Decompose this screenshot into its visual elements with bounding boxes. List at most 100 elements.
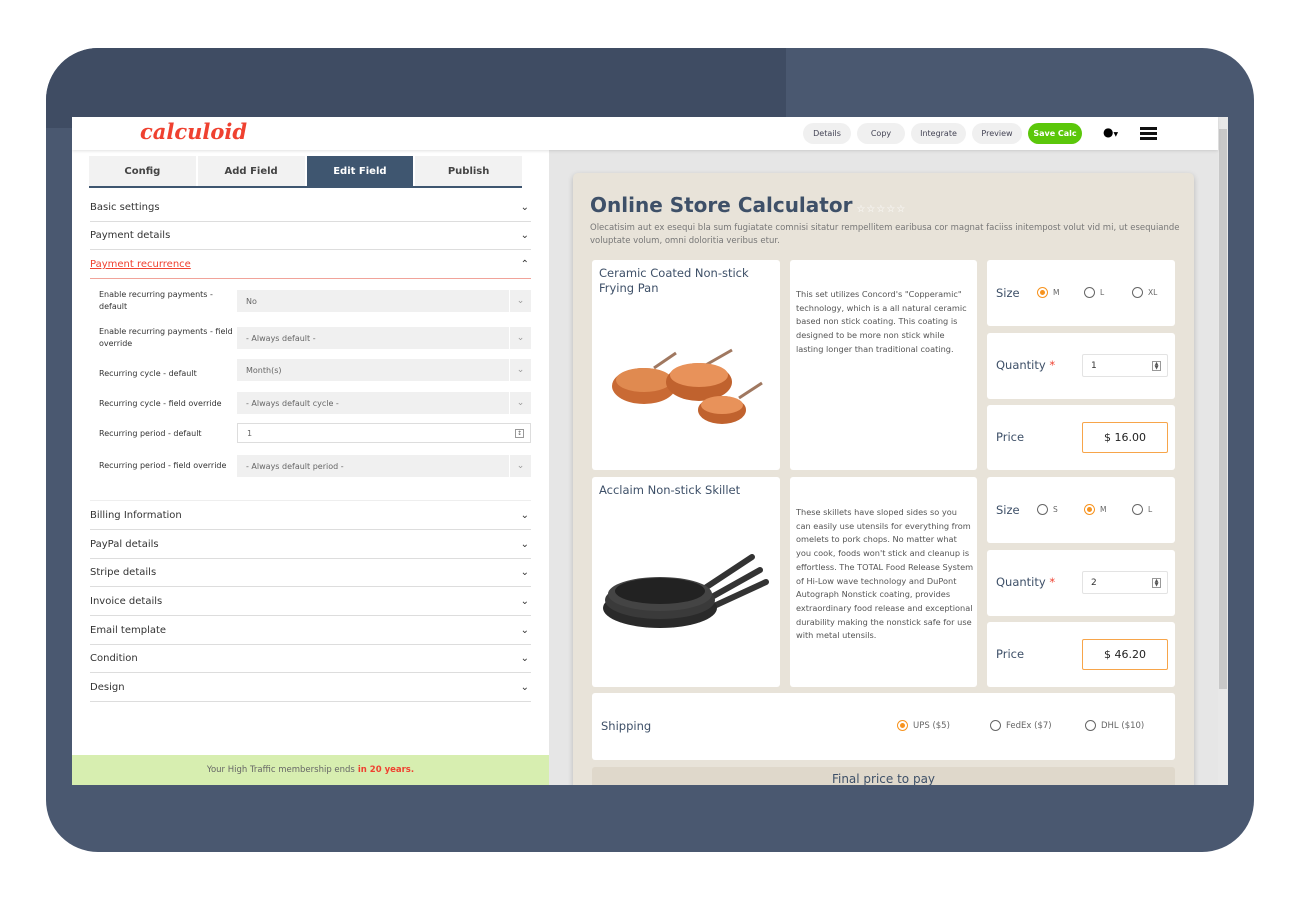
- price-box: Price $ 16.00: [987, 405, 1175, 470]
- size-radio-m[interactable]: M: [1037, 287, 1059, 298]
- size-radio-m[interactable]: M: [1084, 504, 1106, 515]
- quantity-box: Quantity * 2 ▲ ▼: [987, 550, 1175, 616]
- chevron-up-icon: ⌃: [520, 259, 529, 270]
- period-default-input[interactable]: 1 ↕: [237, 423, 531, 443]
- shipping-radio-ups[interactable]: UPS ($5): [897, 720, 950, 731]
- field-row: Recurring cycle - field override - Always…: [99, 392, 531, 414]
- size-radio-l[interactable]: L: [1132, 504, 1152, 515]
- chevron-down-icon: ⌄: [520, 596, 529, 607]
- chevron-down-icon: ⌄: [520, 682, 529, 693]
- section-stripe[interactable]: Stripe details ⌄: [90, 559, 531, 587]
- app-window: calculoid Details Copy Integrate Preview…: [72, 117, 1228, 785]
- tab-add-field[interactable]: Add Field: [197, 156, 305, 186]
- section-label: Basic settings: [90, 202, 160, 213]
- section-basic-settings[interactable]: Basic settings ⌄: [90, 194, 531, 222]
- price-box: Price $ 46.20: [987, 622, 1175, 687]
- section-label: Payment details: [90, 230, 171, 241]
- cycle-default-select[interactable]: Month(s) ⌄: [237, 359, 531, 381]
- chevron-down-icon: ⌄: [509, 290, 531, 312]
- field-label: Recurring period - field override: [99, 461, 227, 470]
- spinner-icon[interactable]: ↕: [514, 428, 524, 438]
- user-menu-icon[interactable]: ●▼: [1103, 125, 1118, 139]
- copy-button[interactable]: Copy: [857, 123, 905, 144]
- size-label: Size: [996, 286, 1020, 300]
- scrollbar[interactable]: [1218, 117, 1228, 785]
- section-label: Payment recurrence: [90, 259, 191, 270]
- section-payment-recurrence[interactable]: Payment recurrence ⌃: [90, 251, 531, 279]
- details-button[interactable]: Details: [803, 123, 851, 144]
- product-card: Acclaim Non-stick Skillet: [592, 477, 780, 687]
- field-row: Recurring period - default 1 ↕: [99, 423, 531, 443]
- quantity-stepper[interactable]: 1 ▲ ▼: [1082, 354, 1168, 377]
- recurring-default-select[interactable]: No ⌄: [237, 290, 531, 312]
- size-radio-xl[interactable]: XL: [1132, 287, 1157, 298]
- chevron-down-icon: ⌄: [509, 327, 531, 349]
- field-row: Enable recurring payments - default No ⌄: [99, 288, 531, 314]
- field-label: Recurring cycle - field override: [99, 399, 222, 408]
- shipping-radio-dhl[interactable]: DHL ($10): [1085, 720, 1144, 731]
- section-condition[interactable]: Condition ⌄: [90, 645, 531, 673]
- final-price-label: Final price to pay: [592, 767, 1175, 785]
- section-label: Design: [90, 682, 125, 693]
- membership-notice: Your High Traffic membership ends in 20 y…: [72, 755, 549, 785]
- chevron-down-icon: ⌄: [509, 359, 531, 381]
- price-label: Price: [996, 647, 1025, 661]
- field-label: Recurring cycle - default: [99, 369, 197, 378]
- section-design[interactable]: Design ⌄: [90, 674, 531, 702]
- tab-edit-field[interactable]: Edit Field: [306, 156, 414, 186]
- chevron-down-icon: ⌄: [509, 455, 531, 477]
- recurring-override-select[interactable]: - Always default - ⌄: [237, 327, 531, 349]
- chevron-down-icon: ⌄: [520, 653, 529, 664]
- section-payment-details[interactable]: Payment details ⌄: [90, 222, 531, 250]
- product-card: Ceramic Coated Non-stick Frying Pan: [592, 260, 780, 470]
- shipping-box: Shipping UPS ($5) FedEx ($7) DHL ($10): [592, 693, 1175, 760]
- size-radio-s[interactable]: S: [1037, 504, 1058, 515]
- quantity-box: Quantity * 1 ▲ ▼: [987, 333, 1175, 399]
- section-label: Invoice details: [90, 596, 163, 607]
- quantity-label: Quantity: [996, 358, 1046, 372]
- shipping-label: Shipping: [601, 719, 652, 733]
- logo: calculoid: [140, 119, 248, 144]
- integrate-button[interactable]: Integrate: [911, 123, 966, 144]
- product-description-card: These skillets have sloped sides so you …: [790, 477, 977, 687]
- cycle-override-select[interactable]: - Always default cycle - ⌄: [237, 392, 531, 414]
- rating-stars-icon[interactable]: ☆☆☆☆☆: [856, 204, 906, 215]
- left-panel: Config Add Field Edit Field Publish Basi…: [72, 150, 549, 785]
- tab-config[interactable]: Config: [89, 156, 196, 186]
- hamburger-menu-icon[interactable]: [1140, 127, 1157, 140]
- save-calc-button[interactable]: Save Calc: [1028, 123, 1082, 144]
- section-paypal[interactable]: PayPal details ⌄: [90, 531, 531, 559]
- copper-pans-image: [612, 348, 763, 424]
- price-value: $ 16.00: [1082, 422, 1168, 453]
- skillet-image: [603, 554, 769, 628]
- section-email-template[interactable]: Email template ⌄: [90, 617, 531, 645]
- quantity-label: Quantity: [996, 575, 1046, 589]
- top-bar: calculoid Details Copy Integrate Preview…: [72, 117, 1218, 150]
- chevron-down-icon: ⌄: [520, 539, 529, 550]
- section-label: Email template: [90, 625, 167, 636]
- field-label: Recurring period - default: [99, 429, 202, 438]
- chevron-down-icon: ⌄: [509, 392, 531, 414]
- chevron-down-icon: ⌄: [520, 230, 529, 241]
- field-label: Enable recurring payments - field overri…: [99, 327, 233, 348]
- product-description-card: This set utilizes Concord's "Copperamic"…: [790, 260, 977, 470]
- size-radio-l[interactable]: L: [1084, 287, 1104, 298]
- calculator-description: Olecatisim aut ex esequi bla sum fugiata…: [590, 223, 1180, 246]
- price-value: $ 46.20: [1082, 639, 1168, 670]
- tab-publish[interactable]: Publish: [415, 156, 522, 186]
- field-row: Enable recurring payments - field overri…: [99, 325, 531, 351]
- product-name: Acclaim Non-stick Skillet: [599, 483, 741, 497]
- preview-button[interactable]: Preview: [972, 123, 1022, 144]
- size-option-box: Size M L XL: [987, 260, 1175, 326]
- section-billing[interactable]: Billing Information ⌄: [90, 502, 531, 530]
- section-invoice[interactable]: Invoice details ⌄: [90, 588, 531, 616]
- period-override-select[interactable]: - Always default period - ⌄: [237, 455, 531, 477]
- spinner-icon: ▲ ▼: [1152, 361, 1161, 371]
- product-name: Ceramic Coated Non-stick Frying Pan: [599, 266, 749, 295]
- size-label: Size: [996, 503, 1020, 517]
- chevron-down-icon: ⌄: [520, 510, 529, 521]
- field-row: Recurring cycle - default Month(s) ⌄: [99, 359, 531, 385]
- quantity-stepper[interactable]: 2 ▲ ▼: [1082, 571, 1168, 594]
- shipping-radio-fedex[interactable]: FedEx ($7): [990, 720, 1052, 731]
- tab-bar: Config Add Field Edit Field Publish: [89, 156, 522, 188]
